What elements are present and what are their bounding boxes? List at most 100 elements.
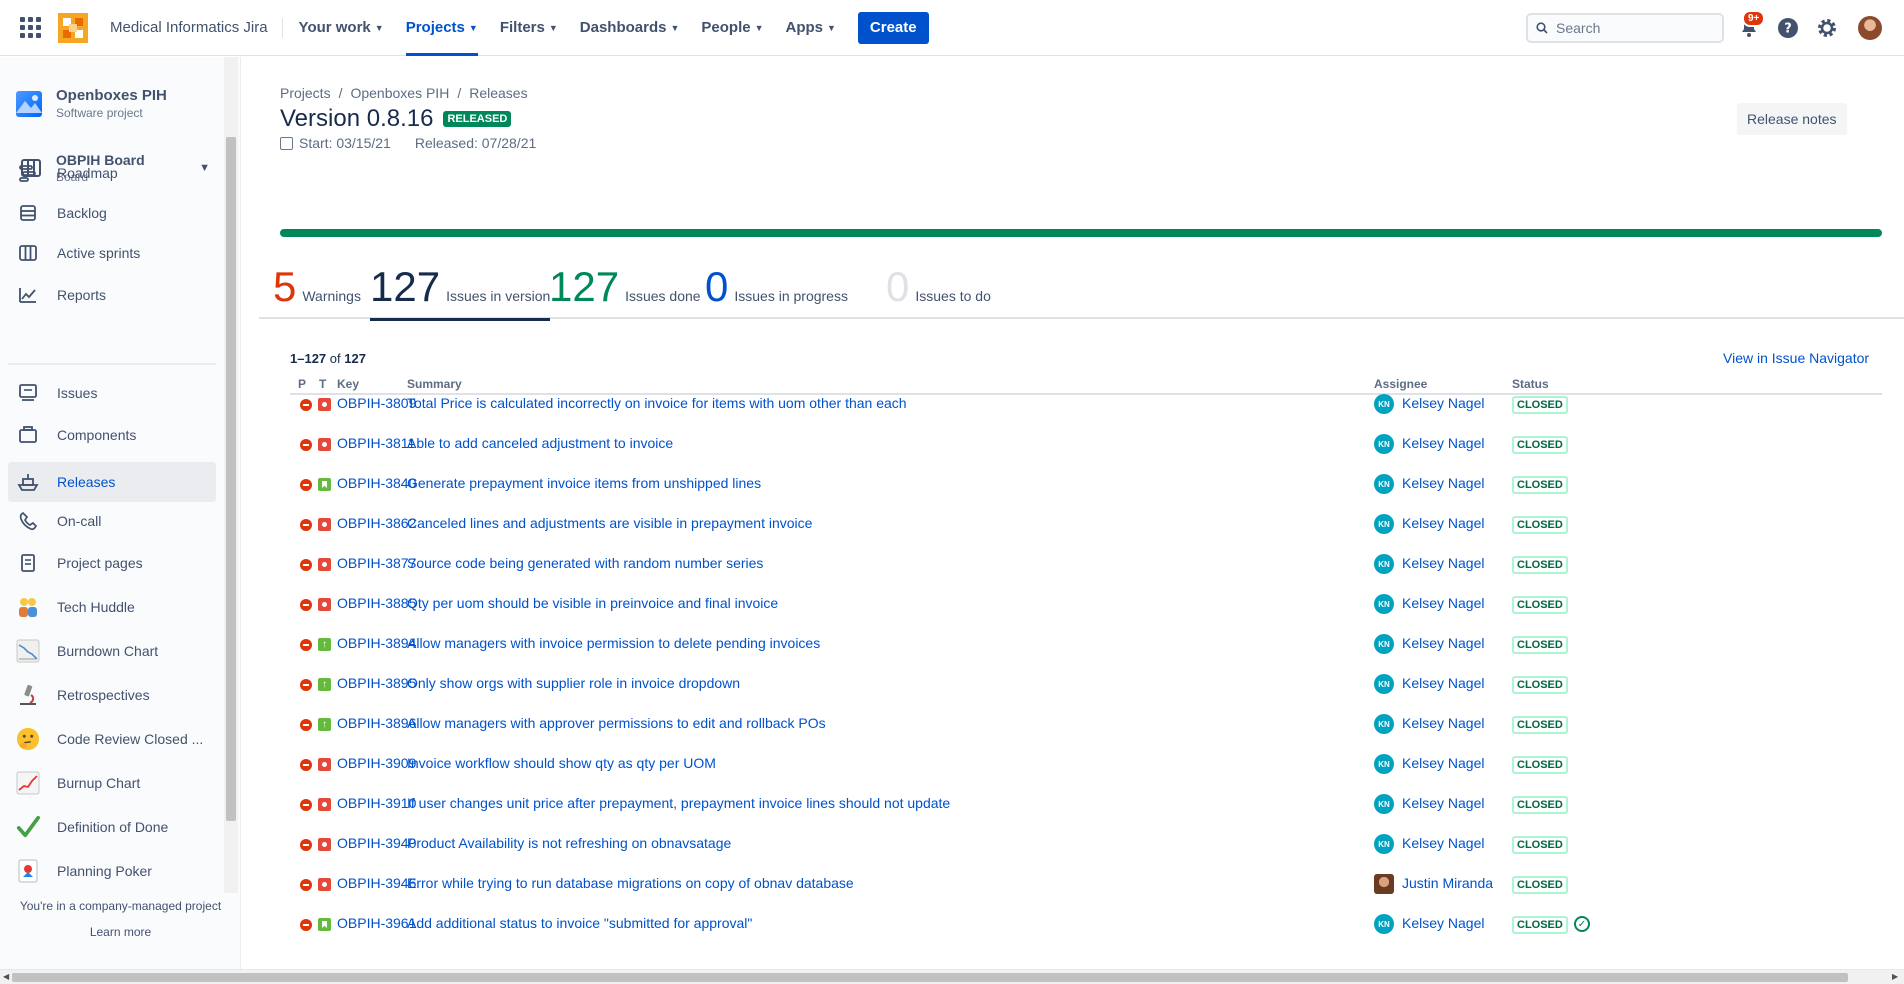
nav-dashboards[interactable]: Dashboards ▼ xyxy=(574,0,686,56)
nav-projects[interactable]: Projects ▼ xyxy=(400,0,484,56)
assignee-link[interactable]: Kelsey Nagel xyxy=(1402,835,1485,851)
issue-summary-link[interactable]: Product Availability is not refreshing o… xyxy=(407,835,731,851)
issue-key-link[interactable]: OBPIH-3862 xyxy=(337,515,416,531)
issue-key-link[interactable]: OBPIH-3940 xyxy=(337,835,416,851)
assignee-link[interactable]: Justin Miranda xyxy=(1402,875,1493,891)
assignee-link[interactable]: Kelsey Nagel xyxy=(1402,395,1485,411)
release-notes-button[interactable]: Release notes xyxy=(1737,103,1847,135)
assignee-link[interactable]: Kelsey Nagel xyxy=(1402,755,1485,771)
nav-filters[interactable]: Filters ▼ xyxy=(494,0,564,56)
scroll-right-icon[interactable]: ▶ xyxy=(1892,972,1898,981)
nav-your-work[interactable]: Your work ▼ xyxy=(293,0,390,56)
issue-key-link[interactable]: OBPIH-3840 xyxy=(337,475,416,491)
assignee-link[interactable]: Kelsey Nagel xyxy=(1402,555,1485,571)
issue-key-link[interactable]: OBPIH-3910 xyxy=(337,795,416,811)
table-row[interactable]: OBPIH-3885 Qty per uom should be visible … xyxy=(290,587,1882,620)
table-row[interactable]: OBPIH-3862 Canceled lines and adjustments… xyxy=(290,507,1882,540)
table-row[interactable]: OBPIH-3946 Error while trying to run data… xyxy=(290,867,1882,900)
assignee-link[interactable]: Kelsey Nagel xyxy=(1402,635,1485,651)
table-row[interactable]: OBPIH-3877 Source code being generated wi… xyxy=(290,547,1882,580)
issue-summary-link[interactable]: Total Price is calculated incorrectly on… xyxy=(407,395,907,411)
issue-key-link[interactable]: OBPIH-3811 xyxy=(337,435,415,451)
stat-issues-in-progress[interactable]: 0 Issues in progress xyxy=(705,259,848,319)
issue-summary-link[interactable]: Generate prepayment invoice items from u… xyxy=(407,475,761,491)
issue-summary-link[interactable]: Add additional status to invoice "submit… xyxy=(407,915,752,931)
horizontal-scrollbar-thumb[interactable] xyxy=(12,973,1848,982)
user-avatar[interactable] xyxy=(1858,16,1882,40)
issue-summary-link[interactable]: Qty per uom should be visible in preinvo… xyxy=(407,595,778,611)
breadcrumb-project[interactable]: Openboxes PIH xyxy=(350,85,449,101)
sidebar-item-components[interactable]: Components xyxy=(8,415,216,455)
sidebar-item-project-pages[interactable]: Project pages xyxy=(8,543,216,583)
sidebar-item-on-call[interactable]: On-call xyxy=(8,501,216,541)
sidebar-item-backlog[interactable]: Backlog xyxy=(8,193,216,233)
table-row[interactable]: OBPIH-3809 Total Price is calculated inco… xyxy=(290,387,1882,420)
sidebar-item-tech-huddle[interactable]: Tech Huddle xyxy=(8,587,216,627)
stat-warnings[interactable]: 5 Warnings xyxy=(273,259,361,319)
sidebar-item-planning-poker[interactable]: Planning Poker xyxy=(8,851,216,891)
table-row[interactable]: OBPIH-3940 Product Availability is not re… xyxy=(290,827,1882,860)
issue-summary-link[interactable]: Invoice workflow should show qty as qty … xyxy=(407,755,716,771)
issue-key-link[interactable]: OBPIH-3909 xyxy=(337,755,416,771)
assignee-link[interactable]: Kelsey Nagel xyxy=(1402,475,1485,491)
project-header[interactable]: Openboxes PIH Software project xyxy=(16,87,167,120)
help-icon[interactable]: ? xyxy=(1776,16,1800,40)
assignee-link[interactable]: Kelsey Nagel xyxy=(1402,515,1485,531)
table-row[interactable]: OBPIH-3961 Add additional status to invoi… xyxy=(290,907,1882,940)
sidebar-scrollbar[interactable] xyxy=(226,137,236,821)
assignee-link[interactable]: Kelsey Nagel xyxy=(1402,795,1485,811)
table-row[interactable]: OBPIH-3811 Able to add canceled adjustmen… xyxy=(290,427,1882,460)
issue-summary-link[interactable]: Only show orgs with supplier role in inv… xyxy=(407,675,740,691)
issue-summary-link[interactable]: Error while trying to run database migra… xyxy=(407,875,854,891)
view-in-issue-navigator-link[interactable]: View in Issue Navigator xyxy=(1723,350,1869,366)
create-button[interactable]: Create xyxy=(857,11,929,44)
issue-summary-link[interactable]: Source code being generated with random … xyxy=(407,555,763,571)
sidebar-item-burnup-chart[interactable]: Burnup Chart xyxy=(8,763,216,803)
sidebar-item-reports[interactable]: Reports xyxy=(8,275,216,315)
issue-key-link[interactable]: OBPIH-3896 xyxy=(337,715,416,731)
assignee-link[interactable]: Kelsey Nagel xyxy=(1402,435,1485,451)
sidebar-item-active-sprints[interactable]: Active sprints xyxy=(8,233,216,273)
stat-issues-done[interactable]: 127 Issues done xyxy=(549,259,701,319)
table-row[interactable]: OBPIH-3910 If user changes unit price aft… xyxy=(290,787,1882,820)
sidebar-item-retrospectives[interactable]: Retrospectives xyxy=(8,675,216,715)
issue-summary-link[interactable]: Able to add canceled adjustment to invoi… xyxy=(407,435,673,451)
assignee-link[interactable]: Kelsey Nagel xyxy=(1402,595,1485,611)
site-logo[interactable] xyxy=(58,12,88,43)
breadcrumb-releases[interactable]: Releases xyxy=(469,85,527,101)
assignee-link[interactable]: Kelsey Nagel xyxy=(1402,715,1485,731)
issue-key-link[interactable]: OBPIH-3877 xyxy=(337,555,416,571)
issue-key-link[interactable]: OBPIH-3946 xyxy=(337,875,416,891)
horizontal-scrollbar[interactable]: ◀ ▶ xyxy=(0,969,1904,984)
issue-key-link[interactable]: OBPIH-3885 xyxy=(337,595,416,611)
sidebar-item-issues[interactable]: Issues xyxy=(8,373,216,413)
sidebar-item-releases[interactable]: Releases xyxy=(8,462,216,502)
sidebar-item-roadmap[interactable]: Roadmap xyxy=(8,153,216,193)
stat-issues-to-do[interactable]: 0 Issues to do xyxy=(886,259,991,319)
assignee-link[interactable]: Kelsey Nagel xyxy=(1402,915,1485,931)
table-row[interactable]: OBPIH-3840 Generate prepayment invoice it… xyxy=(290,467,1882,500)
breadcrumb-projects[interactable]: Projects xyxy=(280,85,331,101)
assignee-link[interactable]: Kelsey Nagel xyxy=(1402,675,1485,691)
table-row[interactable]: ↑ OBPIH-3896 Allow managers with approver … xyxy=(290,707,1882,740)
sidebar-item-definition-of-done[interactable]: Definition of Done xyxy=(8,807,216,847)
issue-key-link[interactable]: OBPIH-3809 xyxy=(337,395,416,411)
search-input[interactable]: Search xyxy=(1526,13,1724,43)
scroll-left-icon[interactable]: ◀ xyxy=(3,972,9,981)
issue-summary-link[interactable]: Allow managers with approver permissions… xyxy=(407,715,826,731)
issue-summary-link[interactable]: Allow managers with invoice permission t… xyxy=(407,635,820,651)
learn-more-link[interactable]: Learn more xyxy=(0,925,241,939)
table-row[interactable]: OBPIH-3909 Invoice workflow should show q… xyxy=(290,747,1882,780)
issue-key-link[interactable]: OBPIH-3894 xyxy=(337,635,416,651)
issue-summary-link[interactable]: If user changes unit price after prepaym… xyxy=(407,795,950,811)
settings-icon[interactable] xyxy=(1815,16,1839,40)
site-name[interactable]: Medical Informatics Jira xyxy=(110,19,268,36)
app-switcher-icon[interactable] xyxy=(20,16,42,39)
table-row[interactable]: ↑ OBPIH-3895 Only show orgs with supplier … xyxy=(290,667,1882,700)
sidebar-item-burndown-chart[interactable]: Burndown Chart xyxy=(8,631,216,671)
issue-summary-link[interactable]: Canceled lines and adjustments are visib… xyxy=(407,515,812,531)
table-row[interactable]: ↑ OBPIH-3894 Allow managers with invoice p… xyxy=(290,627,1882,660)
stat-issues-in-version[interactable]: 127 Issues in version xyxy=(370,259,551,321)
issue-key-link[interactable]: OBPIH-3961 xyxy=(337,915,416,931)
issue-key-link[interactable]: OBPIH-3895 xyxy=(337,675,416,691)
